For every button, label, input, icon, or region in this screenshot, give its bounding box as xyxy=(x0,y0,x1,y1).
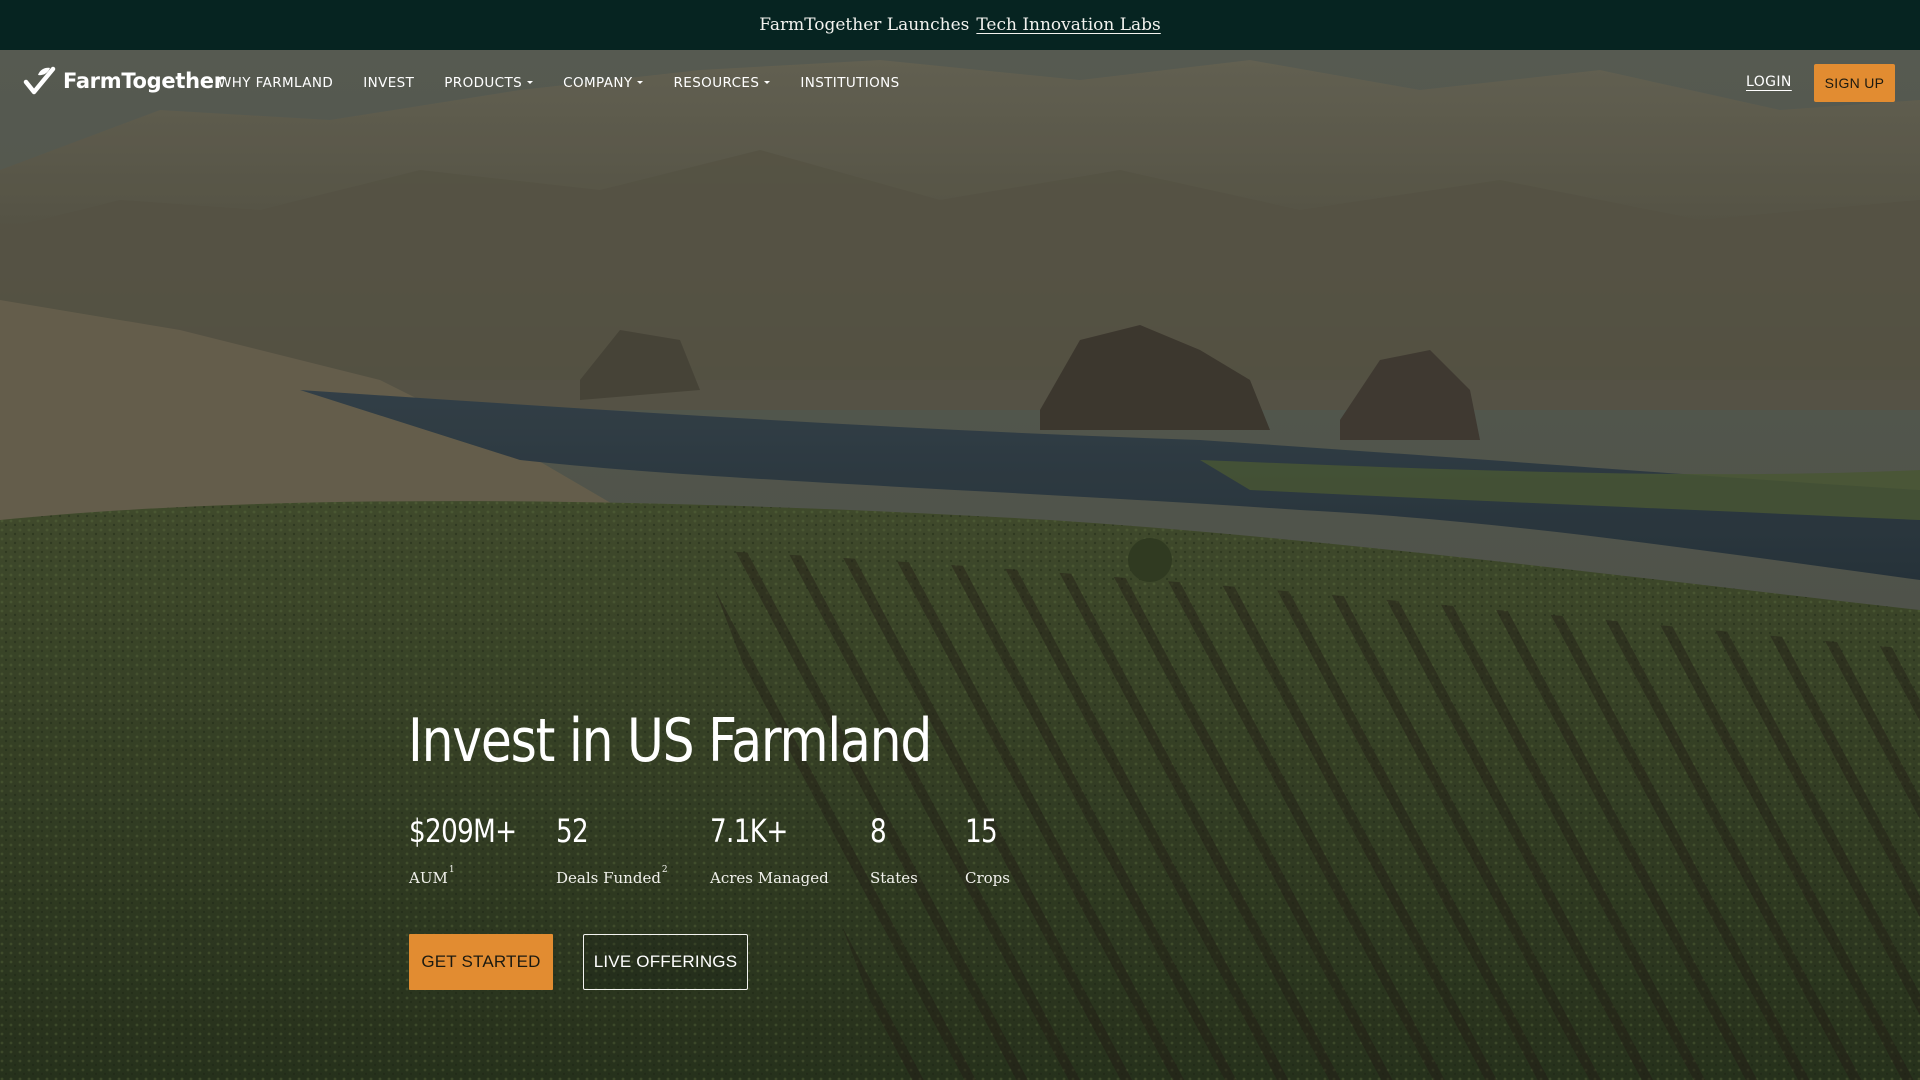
live-offerings-button[interactable]: LIVE OFFERINGS xyxy=(583,934,748,990)
nav-item-institutions[interactable]: INSTITUTIONS xyxy=(800,75,899,91)
hero-headline: Invest in US Farmland xyxy=(408,706,932,776)
nav-item-label: WHY FARMLAND xyxy=(218,75,334,91)
stat-label: Acres Managed xyxy=(710,869,829,887)
caret-down-icon xyxy=(527,80,534,84)
stat-acres-managed: 7.1K+ Acres Managed xyxy=(710,812,829,887)
stat-value: 7.1K+ xyxy=(710,812,788,850)
footnote-marker[interactable]: 1 xyxy=(449,865,455,875)
stat-label: AUM1 xyxy=(409,865,455,887)
nav-item-invest[interactable]: INVEST xyxy=(363,75,414,91)
announcement-bar: FarmTogether Launches Tech Innovation La… xyxy=(0,0,1920,50)
announcement-link[interactable]: Tech Innovation Labs xyxy=(976,15,1160,35)
login-link[interactable]: LOGIN xyxy=(1746,74,1792,90)
stat-label: Deals Funded2 xyxy=(556,865,668,887)
stat-value: 52 xyxy=(556,812,589,850)
nav-item-products[interactable]: PRODUCTS xyxy=(444,75,534,91)
brand-name: FarmTogether xyxy=(63,69,224,93)
sprout-check-icon xyxy=(23,66,56,95)
brand-logo[interactable]: FarmTogether xyxy=(23,66,224,96)
stat-aum: $209M+ AUM1 xyxy=(409,812,540,887)
nav-item-company[interactable]: COMPANY xyxy=(563,75,644,91)
stat-deals-funded: 52 Deals Funded2 xyxy=(556,812,668,887)
stat-states: 8 States xyxy=(870,812,918,887)
footnote-marker[interactable]: 2 xyxy=(662,865,668,875)
caret-down-icon xyxy=(637,80,644,84)
stat-value: 8 xyxy=(870,812,887,850)
nav-item-label: COMPANY xyxy=(563,75,633,91)
stat-label: Crops xyxy=(965,869,1010,887)
stat-crops: 15 Crops xyxy=(965,812,1010,887)
top-navigation: FarmTogether WHY FARMLAND INVEST PRODUCT… xyxy=(0,50,1920,116)
nav-item-label: INSTITUTIONS xyxy=(800,75,900,91)
nav-item-why-farmland[interactable]: WHY FARMLAND xyxy=(218,75,333,91)
announcement-text: FarmTogether Launches xyxy=(759,15,970,35)
nav-item-label: RESOURCES xyxy=(673,75,760,91)
nav-item-label: INVEST xyxy=(363,75,415,91)
caret-down-icon xyxy=(764,80,771,84)
hero-background xyxy=(0,50,1920,1080)
nav-item-label: PRODUCTS xyxy=(444,75,523,91)
stat-label: States xyxy=(870,869,918,887)
main-menu: WHY FARMLAND INVEST PRODUCTS COMPANY RES… xyxy=(218,50,930,116)
stat-value: 15 xyxy=(965,812,998,850)
get-started-button[interactable]: GET STARTED xyxy=(409,934,553,990)
signup-button[interactable]: SIGN UP xyxy=(1814,64,1895,102)
nav-item-resources[interactable]: RESOURCES xyxy=(673,75,771,91)
stat-value: $209M+ xyxy=(409,812,517,850)
